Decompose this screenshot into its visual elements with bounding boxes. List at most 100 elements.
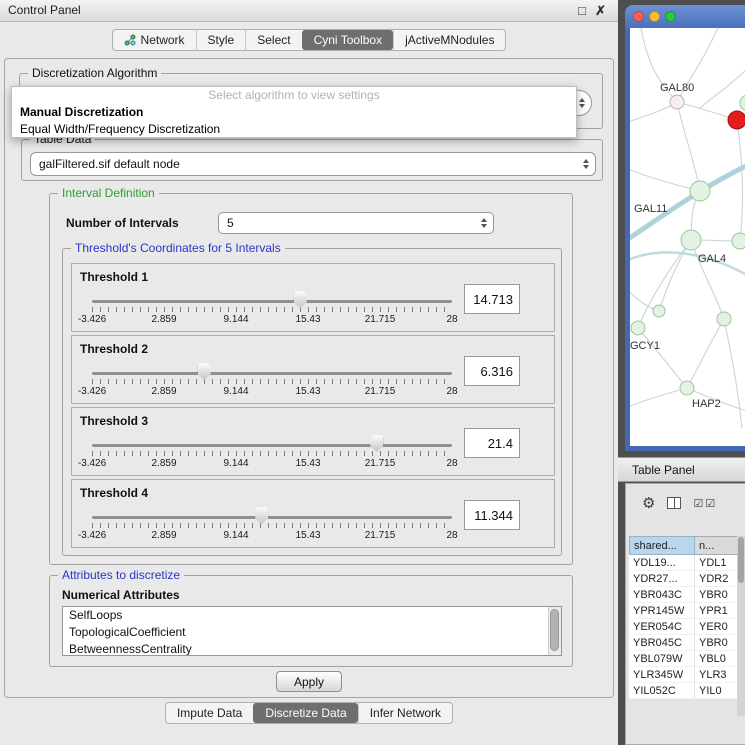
node[interactable] [717,312,731,326]
columns-icon[interactable] [667,497,681,509]
threshold-3-slider[interactable]: -3.426 2.859 9.144 15.43 21.715 28 [92,432,452,472]
table-scrollbar[interactable] [737,536,745,716]
gear-icon[interactable]: ⚙ [642,496,655,511]
list-item[interactable]: TopologicalCoefficient [63,624,561,641]
scale-tick-label: 9.144 [223,530,248,541]
tab-cyni-toolbox[interactable]: Cyni Toolbox [302,30,393,50]
zoom-traffic-light-icon[interactable] [665,11,676,22]
table-data-combobox[interactable]: galFiltered.sif default node [30,152,596,176]
table-cell[interactable]: YPR145W [629,603,695,618]
tab-select[interactable]: Select [245,30,301,50]
threshold-3-value-field[interactable]: 21.4 [464,428,520,458]
table-cell[interactable]: YPR1 [695,603,739,618]
table-header-row: shared... n... [629,536,739,555]
network-canvas[interactable]: GAL80 GAL11 GAL4 GCY1 HAP2 [630,28,745,446]
close-icon[interactable]: ✗ [595,0,606,21]
table-cell[interactable]: YDR27... [629,571,695,586]
slider-track [92,300,452,303]
threshold-1-value-field[interactable]: 14.713 [464,284,520,314]
node-gal4[interactable] [681,230,701,250]
threshold-4-value-field[interactable]: 11.344 [464,500,520,530]
attributes-listbox[interactable]: SelfLoops TopologicalCoefficient Between… [62,606,562,656]
tab-network-label: Network [141,33,185,47]
table-row[interactable]: YIL052C YIL0 [629,683,739,699]
slider-scale: -3.426 2.859 9.144 15.43 21.715 28 [92,386,452,397]
table-cell[interactable]: YBL0 [695,651,739,666]
table-row[interactable]: YDL19... YDL1 [629,555,739,571]
table-row[interactable]: YBR043C YBR0 [629,587,739,603]
threshold-4-slider[interactable]: -3.426 2.859 9.144 15.43 21.715 28 [92,504,452,544]
threshold-2-box: Threshold 2 -3.426 2.859 9.144 15.43 21.… [71,335,555,404]
node-hap2[interactable] [680,381,694,395]
threshold-1-slider[interactable]: -3.426 2.859 9.144 15.43 21.715 28 [92,288,452,328]
table-row[interactable]: YBL079W YBL0 [629,651,739,667]
minimize-traffic-light-icon[interactable] [649,11,660,22]
list-item[interactable]: BetweennessCentrality [63,641,561,656]
table-cell[interactable]: YDR2 [695,571,739,586]
tab-network[interactable]: Network [113,30,196,50]
slider-thumb[interactable] [198,363,211,380]
select-checkboxes-icon[interactable]: ☑☑ [693,497,717,510]
table-cell[interactable]: YBR045C [629,635,695,650]
number-of-intervals-combobox[interactable]: 5 [218,212,494,234]
table-cell[interactable]: YBR0 [695,635,739,650]
node-selected-red[interactable] [728,111,745,129]
close-traffic-light-icon[interactable] [633,11,644,22]
threshold-2-value-field[interactable]: 6.316 [464,356,520,386]
table-row[interactable]: YBR045C YBR0 [629,635,739,651]
scale-tick-label: 15.43 [295,458,320,469]
node-gcy1[interactable] [631,321,645,335]
node[interactable] [732,233,745,249]
table-row[interactable]: YDR27... YDR2 [629,571,739,587]
tab-impute-data[interactable]: Impute Data [166,703,253,723]
network-window-titlebar[interactable] [625,5,745,28]
algorithm-option-equal-width[interactable]: Equal Width/Frequency Discretization [12,121,576,138]
column-header-shared-name[interactable]: shared... [629,536,695,555]
thresholds-group: Threshold's Coordinates for 5 Intervals … [62,248,562,556]
tab-style[interactable]: Style [196,30,246,50]
slider-thumb[interactable] [294,291,307,308]
list-scrollbar[interactable] [548,607,561,655]
tab-infer-network[interactable]: Infer Network [358,703,452,723]
table-cell[interactable]: YDL19... [629,555,695,570]
interval-definition-label: Interval Definition [58,186,159,200]
scrollbar-thumb[interactable] [550,609,559,651]
node-gal80[interactable] [670,95,684,109]
column-header-name[interactable]: n... [695,536,739,555]
table-row[interactable]: YLR345W YLR3 [629,667,739,683]
algorithm-option-manual[interactable]: Manual Discretization [12,104,576,121]
threshold-2-slider[interactable]: -3.426 2.859 9.144 15.43 21.715 28 [92,360,452,400]
table-cell[interactable]: YBL079W [629,651,695,666]
attributes-group: Attributes to discretize Numerical Attri… [49,575,573,667]
table-cell[interactable]: YLR345W [629,667,695,682]
table-cell[interactable]: YER054C [629,619,695,634]
node-gal11[interactable] [690,181,710,201]
slider-scale: -3.426 2.859 9.144 15.43 21.715 28 [92,458,452,469]
table-cell[interactable]: YER0 [695,619,739,634]
scrollbar-thumb[interactable] [738,537,744,583]
table-cell[interactable]: YIL052C [629,683,695,698]
slider-thumb[interactable] [255,507,268,524]
table-cell[interactable]: YLR3 [695,667,739,682]
tab-infer-network-label: Infer Network [370,706,441,720]
algorithm-prompt: Select algorithm to view settings [12,87,576,104]
slider-ticks [92,451,452,456]
scale-tick-label: 15.43 [295,314,320,325]
list-item[interactable]: SelfLoops [63,607,561,624]
float-window-icon[interactable]: □ [578,0,586,21]
table-row[interactable]: YPR145W YPR1 [629,603,739,619]
table-cell[interactable]: YDL1 [695,555,739,570]
tab-discretize-data[interactable]: Discretize Data [253,703,357,723]
table-cell[interactable]: YBR0 [695,587,739,602]
table-cell[interactable]: YBR043C [629,587,695,602]
apply-button[interactable]: Apply [276,671,342,692]
slider-track [92,444,452,447]
slider-thumb[interactable] [370,435,383,452]
tab-jactivemnodules[interactable]: jActiveMNodules [393,30,505,50]
edge [630,252,745,278]
table-row[interactable]: YER054C YER0 [629,619,739,635]
node[interactable] [740,95,745,111]
table-cell[interactable]: YIL0 [695,683,739,698]
node[interactable] [653,305,665,317]
tab-impute-data-label: Impute Data [177,706,242,720]
